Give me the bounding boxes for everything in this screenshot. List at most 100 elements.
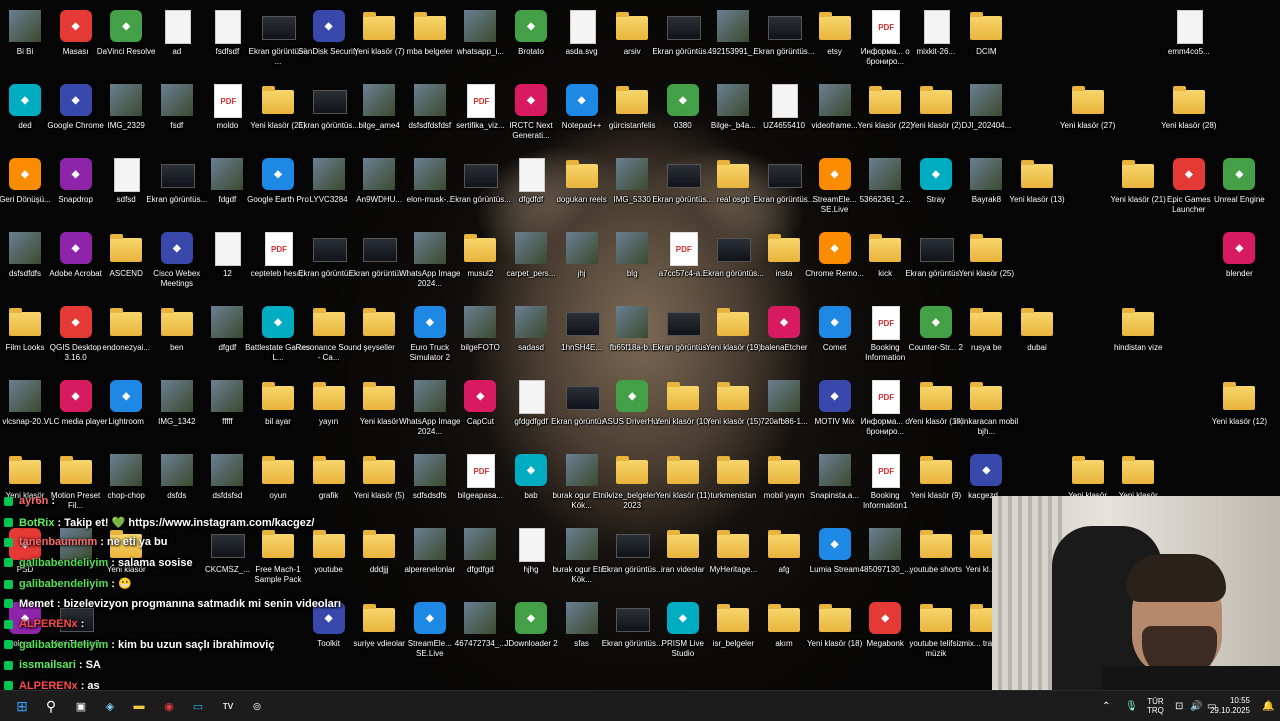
desktop-icon[interactable]: PDF cepteteb hesap bbox=[251, 228, 305, 300]
desktop-icon[interactable]: PDF a7cc57c4-a... bbox=[658, 228, 708, 300]
volume-icon[interactable]: 🔊 bbox=[1190, 691, 1202, 721]
desktop-icon[interactable]: fffff bbox=[202, 376, 252, 448]
desktop-icon[interactable]: Yeni klasör (14) bbox=[908, 376, 963, 448]
desktop-icon[interactable]: Yeni klasör (2) bbox=[910, 80, 961, 152]
desktop-icon[interactable]: ◆ Brotato bbox=[506, 6, 556, 78]
desktop-icon[interactable]: PDF Booking Information bbox=[860, 302, 910, 374]
chrome-icon[interactable]: ◉ bbox=[159, 696, 179, 716]
desktop-icon[interactable]: PDF bilgeapasa... bbox=[455, 450, 505, 522]
desktop-icon[interactable]: etsy bbox=[810, 6, 860, 78]
desktop-icon[interactable]: ◆ Unreal Engine bbox=[1214, 154, 1265, 226]
desktop-icon[interactable]: turkmenistan bbox=[708, 450, 758, 522]
desktop-icon[interactable]: afg bbox=[759, 524, 809, 596]
desktop-icon[interactable]: elon-musk-... bbox=[405, 154, 455, 226]
desktop-icon[interactable]: fb65f18a-b... bbox=[607, 302, 657, 374]
desktop-icon[interactable]: ◆ Snapdrop bbox=[51, 154, 101, 226]
desktop-icon[interactable]: şeyseller bbox=[354, 302, 404, 374]
desktop-icon[interactable]: 53662361_2... bbox=[860, 154, 911, 226]
desktop-icon[interactable]: dsfsdfdsfdsf bbox=[405, 80, 455, 152]
desktop-icon[interactable]: Ekran görüntüs... bbox=[754, 154, 814, 226]
desktop-icon[interactable]: Ekran görüntüs... bbox=[349, 228, 410, 300]
desktop-icon[interactable]: vize_belgeler 2023 bbox=[607, 450, 657, 522]
desktop-icon[interactable]: Ekran görüntüsü ... bbox=[249, 6, 307, 78]
desktop-icon[interactable]: endonezyai... bbox=[101, 302, 151, 374]
desktop-icon[interactable]: Ekran görüntüs... bbox=[652, 6, 713, 78]
desktop-icon[interactable]: 1hnSH4E... bbox=[557, 302, 607, 374]
desktop-icon[interactable]: Bilge-_b4a... bbox=[708, 80, 758, 152]
desktop-icon[interactable]: ◆ VLC media player bbox=[44, 376, 107, 448]
desktop-icon[interactable]: Ekran görüntüs... bbox=[703, 228, 764, 300]
copilot-icon[interactable]: ◈ bbox=[100, 696, 120, 716]
desktop-icon[interactable]: hindistan vize bbox=[1113, 302, 1163, 374]
desktop-icon[interactable]: ◆ Counter-Str... 2 bbox=[909, 302, 963, 374]
desktop-icon[interactable]: LYVC3284 bbox=[304, 154, 354, 226]
desktop-icon[interactable]: Yeni klasör bbox=[354, 376, 404, 448]
desktop-icon[interactable]: mixkit-26... bbox=[911, 6, 961, 78]
desktop-icon[interactable]: ◆ Lumia Stream bbox=[810, 524, 860, 596]
desktop-icon[interactable]: Yeni klasör (27) bbox=[1060, 80, 1115, 152]
app-icon[interactable]: ▭ bbox=[188, 696, 208, 716]
desktop-icon[interactable]: Ekran görüntüs... bbox=[298, 228, 359, 300]
desktop-icon[interactable]: musul2 bbox=[455, 228, 505, 300]
desktop-icon[interactable]: real osgb bbox=[708, 154, 758, 226]
desktop-icon[interactable]: yayın bbox=[304, 376, 354, 448]
desktop-icon[interactable]: Yeni klasör (25) bbox=[959, 228, 1014, 300]
desktop-icon[interactable]: kick bbox=[860, 228, 910, 300]
desktop-icon[interactable]: dfgdfdf bbox=[506, 154, 556, 226]
desktop-icon[interactable]: ◆ Megabonk bbox=[860, 598, 910, 670]
desktop-icon[interactable]: ◆ Euro Truck Simulator 2 bbox=[405, 302, 455, 374]
desktop-icon[interactable]: WhatsApp Image 2024... bbox=[399, 228, 460, 300]
desktop-icon[interactable]: dsfsdfdfs bbox=[0, 228, 50, 300]
desktop-icon[interactable]: ◆ Battlestate Games L... bbox=[245, 302, 311, 374]
desktop-icon[interactable]: Ekran görüntüs... bbox=[146, 154, 207, 226]
desktop-icon[interactable]: Yeni klasör (7) bbox=[354, 6, 405, 78]
desktop-icon[interactable]: sdfsd bbox=[101, 154, 151, 226]
desktop-icon[interactable]: ◆ Comet bbox=[810, 302, 860, 374]
desktop-icon[interactable]: akım bbox=[759, 598, 809, 670]
tradingview-icon[interactable]: ᴛv bbox=[218, 696, 238, 716]
desktop-icon[interactable]: Yeni klasör (10) bbox=[655, 376, 710, 448]
desktop-icon[interactable]: UZ4655410 bbox=[759, 80, 809, 152]
desktop-icon[interactable]: vlcsnap-20... bbox=[0, 376, 50, 448]
desktop-icon[interactable]: ◆ QGIS Desktop 3.16.0 bbox=[50, 302, 101, 374]
search-icon[interactable]: ⚲ bbox=[41, 696, 61, 716]
desktop-icon[interactable]: ◆ MOTIV Mix bbox=[810, 376, 860, 448]
desktop-icon[interactable]: ◆ bab bbox=[506, 450, 556, 522]
desktop-icon[interactable]: Ekran görüntüs... bbox=[602, 598, 663, 670]
desktop-icon[interactable]: Bi Bi bbox=[0, 6, 50, 78]
network-icon[interactable]: ⊡ bbox=[1175, 691, 1183, 721]
desktop-icon[interactable]: PDF sertifika_viz... bbox=[455, 80, 505, 152]
desktop-icon[interactable]: Yeni klasör (28) bbox=[1161, 80, 1216, 152]
desktop-icon[interactable]: ◆ Google Earth Pro bbox=[247, 154, 309, 226]
desktop-icon[interactable]: PDF Информа... о брониро... bbox=[860, 6, 910, 78]
desktop-icon[interactable]: blg bbox=[607, 228, 657, 300]
desktop-icon[interactable]: Yeni klasör (22) bbox=[858, 80, 913, 152]
desktop-icon[interactable]: Yeni klasör (13) bbox=[1009, 154, 1065, 226]
desktop-icon[interactable]: gürcistanfelis bbox=[607, 80, 657, 152]
desktop-icon[interactable]: ◆ CapCut bbox=[455, 376, 505, 448]
desktop-icon[interactable]: ◆ Geri Dönüşü... bbox=[0, 154, 51, 226]
desktop-icon[interactable]: Ekran görüntüs... bbox=[754, 6, 814, 78]
desktop-icon[interactable]: WhatsApp Image 2024... bbox=[399, 376, 460, 448]
desktop-icon[interactable]: fdgdf bbox=[202, 154, 252, 226]
desktop-icon[interactable]: PDF Booking Information1 bbox=[860, 450, 910, 522]
desktop-icon[interactable]: Ekran görüntüs... bbox=[602, 524, 663, 596]
desktop-icon[interactable]: ◆ Adobe Acrobat bbox=[49, 228, 102, 300]
desktop-icon[interactable]: burak ogur Etnik Kök... bbox=[552, 524, 611, 596]
desktop-icon[interactable]: ◆ StreamEle... SE.Live bbox=[810, 154, 860, 226]
desktop-icon[interactable]: Ekran görüntüs... bbox=[450, 154, 511, 226]
desktop-icon[interactable]: Ekran görüntüs... bbox=[652, 154, 713, 226]
desktop-icon[interactable]: PDF moldo bbox=[202, 80, 252, 152]
desktop-icon[interactable]: ◆ Epic Games Launcher bbox=[1164, 154, 1214, 226]
desktop-icon[interactable]: mba belgeler bbox=[405, 6, 455, 78]
desktop-icon[interactable]: hjhg bbox=[506, 524, 556, 596]
desktop-icon[interactable]: IMG_5330 bbox=[607, 154, 657, 226]
desktop-icon[interactable]: mobil yayın bbox=[759, 450, 809, 522]
desktop-icon[interactable]: IMG_2329 bbox=[101, 80, 151, 152]
desktop-icon[interactable]: Film Looks bbox=[0, 302, 50, 374]
desktop-icon[interactable]: asda.svg bbox=[557, 6, 607, 78]
desktop-icon[interactable]: videoframe... bbox=[810, 80, 860, 152]
desktop-icon[interactable]: ◆ 0380 bbox=[658, 80, 708, 152]
desktop-icon[interactable]: dfgdfgd bbox=[455, 524, 505, 596]
desktop-icon[interactable]: DJI_202404... bbox=[961, 80, 1011, 152]
